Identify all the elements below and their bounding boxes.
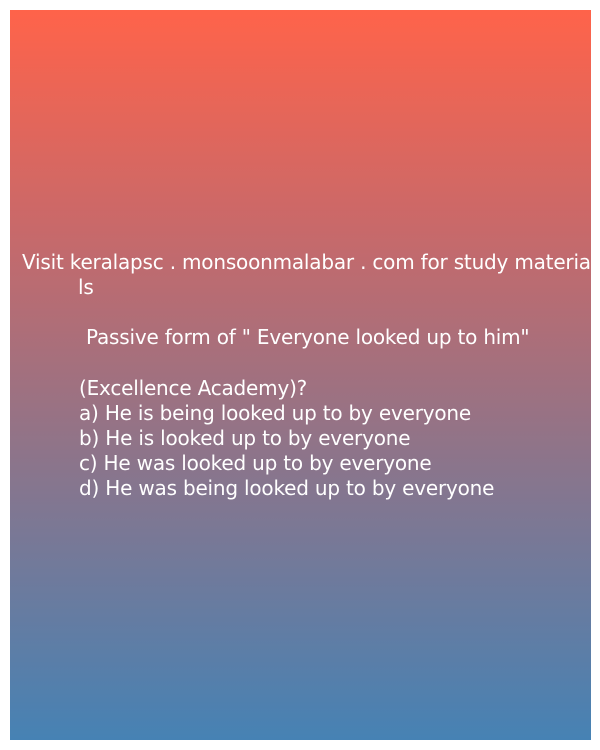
question-card: Visit keralapsc . monsoonmalabar . com f… bbox=[10, 10, 591, 740]
option-d: d) He was being looked up to by everyone bbox=[79, 476, 495, 500]
question-text: Passive form of " Everyone looked up to … bbox=[86, 325, 530, 349]
promo-text-line-1: Visit keralapsc . monsoonmalabar . com f… bbox=[22, 250, 591, 274]
option-b: b) He is looked up to by everyone bbox=[79, 426, 411, 450]
option-a: a) He is being looked up to by everyone bbox=[79, 401, 471, 425]
option-c: c) He was looked up to by everyone bbox=[79, 451, 432, 475]
question-source: (Excellence Academy)? bbox=[79, 376, 308, 400]
promo-text-line-2: ls bbox=[78, 275, 94, 299]
